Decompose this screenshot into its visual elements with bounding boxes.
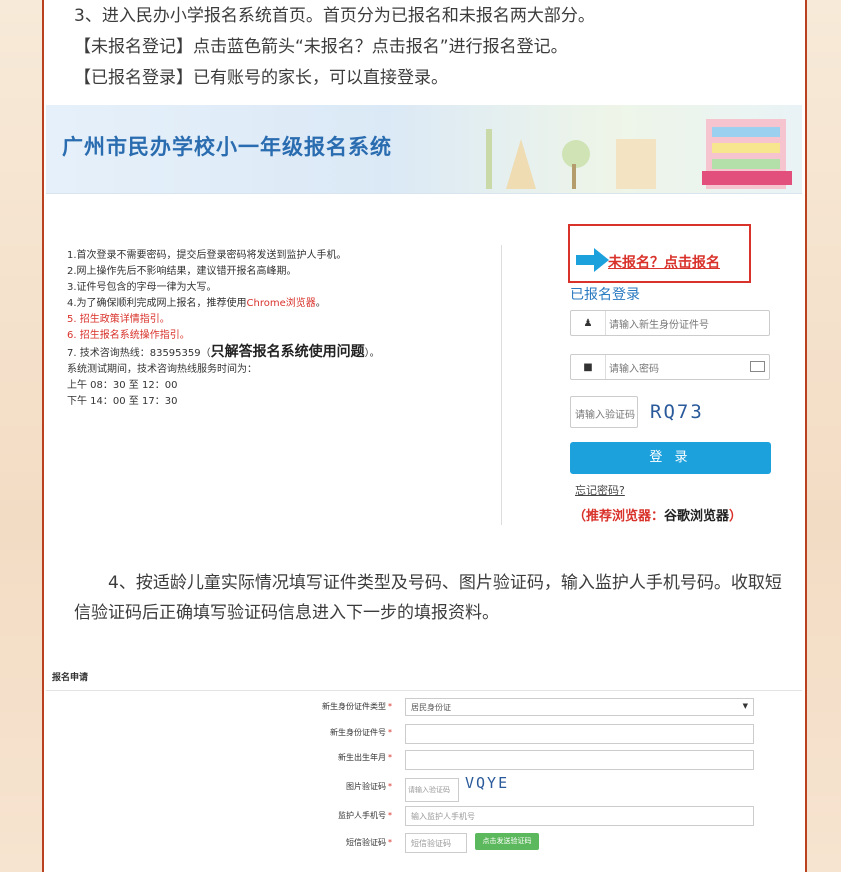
paragraph-unregistered: 【未报名登记】点击蓝色箭头“未报名？点击报名”进行报名登记。 xyxy=(74,37,568,57)
notice-2: 2.网上操作先后不影响结果，建议错开报名高峰期。 xyxy=(67,266,297,277)
login-button[interactable]: 登 录 xyxy=(570,442,771,474)
keyboard-icon[interactable] xyxy=(750,361,765,372)
password-field[interactable]: ■ 请输入密码 xyxy=(570,354,770,380)
form-header: 报名申请 xyxy=(52,673,89,683)
register-link[interactable]: 未报名？点击报名 xyxy=(608,252,720,272)
doc-number-label: 新生身份证件号 * xyxy=(330,728,392,737)
login-title: 已报名登录 xyxy=(570,287,640,303)
id-number-placeholder: 请输入新生身份证件号 xyxy=(609,320,709,331)
forgot-password-link[interactable]: 忘记密码? xyxy=(575,482,625,498)
send-sms-button[interactable]: 点击发送验证码 xyxy=(475,833,539,850)
captcha-field[interactable]: 请输入验证码 xyxy=(570,396,638,428)
chrome-link[interactable]: Chrome浏览器 xyxy=(247,298,316,309)
captcha-image[interactable]: RQ73 xyxy=(650,401,704,423)
password-placeholder: 请输入密码 xyxy=(609,364,659,375)
image-captcha[interactable]: VQYE xyxy=(465,774,509,792)
captcha-placeholder: 请输入验证码 xyxy=(575,410,635,421)
system-banner: 广州市民办学校小一年级报名系统 xyxy=(46,105,802,194)
paragraph-step3: 3、进入民办小学报名系统首页。首页分为已报名和未报名两大部分。 xyxy=(74,6,595,26)
phone-input[interactable]: 输入监护人手机号 xyxy=(405,806,754,826)
id-number-field[interactable]: ♟ 请输入新生身份证件号 xyxy=(570,310,770,336)
column-divider xyxy=(501,245,502,525)
banner-illustration-icon xyxy=(486,119,792,189)
article-frame: 3、进入民办小学报名系统首页。首页分为已报名和未报名两大部分。 【未报名登记】点… xyxy=(42,0,807,872)
application-form-screenshot: 报名申请 新生身份证件类型 * 居民身份证 ▼ 新生身份证件号 * 新生出生年月 * 图… xyxy=(46,660,802,872)
notice-10: 下午 14：00 至 17：30 xyxy=(67,396,178,407)
lock-icon: ■ xyxy=(571,355,606,379)
browser-recommendation: （推荐浏览器：谷歌浏览器） xyxy=(573,509,743,524)
system-home-screenshot: 广州市民办学校小一年级报名系统 1.首次登录不需要密码，提交后登录密码将发送到监… xyxy=(46,105,802,543)
notice-list: 1.首次登录不需要密码，提交后登录密码将发送到监护人手机。 2.网上操作先后不影… xyxy=(67,248,380,410)
banner-title: 广州市民办学校小一年级报名系统 xyxy=(62,135,392,159)
image-captcha-input[interactable]: 请输入验证码 xyxy=(405,778,459,802)
notice-9: 上午 08：30 至 12：00 xyxy=(67,380,178,391)
operation-guide-link[interactable]: 6. 招生报名系统操作指引。 xyxy=(67,328,380,344)
image-captcha-label: 图片验证码 * xyxy=(346,782,392,791)
doc-number-input[interactable] xyxy=(405,724,754,744)
left-decoration xyxy=(0,0,42,872)
user-icon: ♟ xyxy=(571,311,606,335)
sms-code-input[interactable]: 短信验证码 xyxy=(405,833,467,853)
notice-8: 系统测试期间，技术咨询热线服务时间为： xyxy=(67,364,257,375)
paragraph-step4: 4、按适龄儿童实际情况填写证件类型及号码、图片验证码，输入监护人手机号码。收取短… xyxy=(74,573,782,623)
notice-1: 1.首次登录不需要密码，提交后登录密码将发送到监护人手机。 xyxy=(67,250,347,261)
notice-3: 3.证件号包含的字母一律为大写。 xyxy=(67,282,217,293)
phone-label: 监护人手机号 * xyxy=(338,811,392,820)
sms-label: 短信验证码 * xyxy=(346,838,392,847)
chevron-down-icon: ▼ xyxy=(742,702,748,710)
policy-guide-link[interactable]: 5. 招生政策详情指引。 xyxy=(67,312,380,328)
birth-input[interactable] xyxy=(405,750,754,770)
doc-type-select[interactable]: 居民身份证 ▼ xyxy=(405,698,754,716)
paragraph-registered: 【已报名登录】已有账号的家长，可以直接登录。 xyxy=(74,68,448,88)
form-header-divider xyxy=(46,690,802,691)
blue-arrow-icon[interactable] xyxy=(576,248,610,272)
birth-label: 新生出生年月 * xyxy=(338,753,392,762)
doc-type-label: 新生身份证件类型 * xyxy=(322,702,392,711)
notice-4: 4.为了确保顺利完成网上报名，推荐使用Chrome浏览器。 xyxy=(67,298,326,309)
notice-7: 7. 技术咨询热线：83595359（只解答报名系统使用问题）。 xyxy=(67,344,380,360)
